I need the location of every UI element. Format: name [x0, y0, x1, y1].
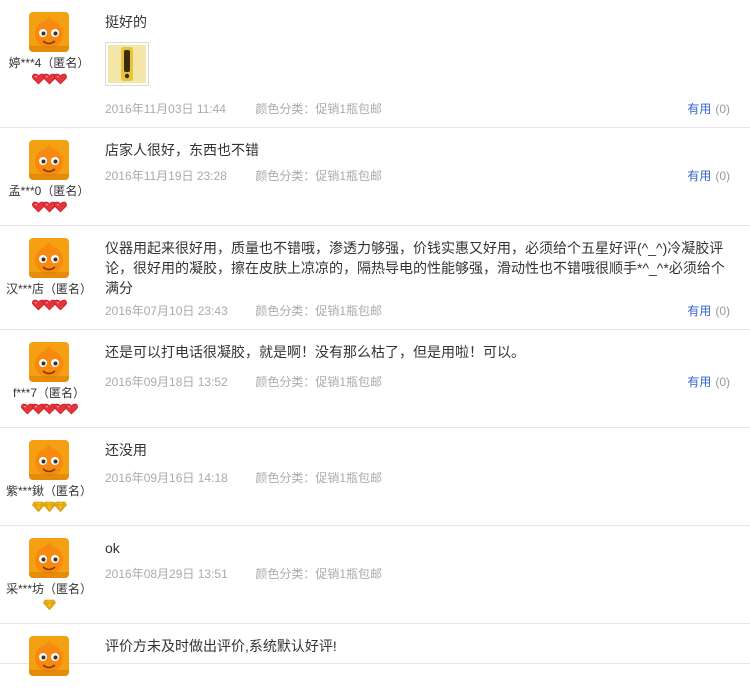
review-sku: 颜色分类：促销1瓶包邮 — [255, 375, 383, 389]
review-text: 还没用 — [105, 442, 147, 458]
useful-vote: 有用 (0) — [687, 374, 730, 390]
reviewer-name: 紫***鍬（匿名） — [5, 484, 92, 498]
review-photo-thumbnail[interactable] — [105, 42, 149, 86]
heart-rank-icon — [64, 400, 78, 417]
avatar-icon[interactable] — [29, 12, 69, 52]
review-text-block: 还没用 — [105, 440, 730, 460]
reviewer-name: 婷***4（匿名） — [8, 56, 90, 70]
diamond-rank-icon — [53, 498, 67, 515]
reviewer-info: 紫***鍬（匿名） — [0, 440, 98, 513]
reviewer-rank — [0, 403, 98, 415]
reviewer-name: f***7（匿名） — [12, 386, 86, 400]
review-text: 仪器用起来很好用，质量也不错哦，渗透力够强，价钱实惠又好用，必须给个五星好评(^… — [105, 240, 725, 296]
reviewer-rank — [0, 678, 98, 690]
heart-rank-icon — [53, 198, 67, 215]
review-date: 2016年11月19日 23:28 — [105, 169, 227, 183]
useful-button[interactable]: 有用 — [687, 102, 711, 116]
useful-button[interactable]: 有用 — [687, 304, 711, 318]
reviewer-info: 汉***店（匿名） — [0, 238, 98, 311]
reviewer-name: 采***坊（匿名） — [5, 582, 92, 596]
review-meta: 2016年07月10日 23:43 颜色分类：促销1瓶包邮 — [105, 303, 730, 319]
review-meta: 2016年11月03日 11:44 颜色分类：促销1瓶包邮 — [105, 101, 730, 117]
review-text-block: 挺好的 — [105, 12, 730, 86]
review-meta: 2016年09月18日 13:52 颜色分类：促销1瓶包邮 — [105, 374, 730, 390]
reviewer-name: 孟***0（匿名） — [8, 184, 90, 198]
review-text-block: 还是可以打电话很凝胶，就是啊！没有那么枯了，但是用啦！可以。 — [105, 342, 730, 362]
avatar-icon[interactable] — [29, 636, 69, 676]
review-meta: 2016年11月19日 23:28 颜色分类：促销1瓶包邮 — [105, 168, 730, 184]
review-text: ok — [105, 540, 120, 556]
review-text-block: ok — [105, 538, 730, 558]
heart-rank-icon — [53, 296, 67, 313]
review-item: 紫***鍬（匿名） 还没用 2016年09月16日 14:18 颜色分类：促销1… — [0, 428, 750, 526]
useful-count: (0) — [715, 169, 730, 183]
review-date: 2016年07月10日 23:43 — [105, 304, 228, 318]
reviewer-info: 婷***4（匿名） — [0, 12, 98, 85]
review-sku: 颜色分类：促销1瓶包邮 — [255, 169, 383, 183]
review-item: 婷***4（匿名） 挺好的 2016年11月03日 11:44 颜色分类：促销1… — [0, 0, 750, 128]
useful-vote: 有用 (0) — [687, 101, 730, 117]
useful-button[interactable]: 有用 — [687, 169, 711, 183]
review-sku: 颜色分类：促销1瓶包邮 — [255, 567, 383, 581]
avatar-icon[interactable] — [29, 440, 69, 480]
avatar-icon[interactable] — [29, 538, 69, 578]
reviewer-rank — [0, 73, 98, 85]
reviewer-rank — [0, 501, 98, 513]
reviewer-name: 汉***店（匿名） — [5, 282, 92, 296]
review-item: 评价方未及时做出评价,系统默认好评! — [0, 624, 750, 676]
review-text-block: 评价方未及时做出评价,系统默认好评! — [105, 636, 730, 656]
heart-rank-icon — [53, 70, 67, 87]
review-text-block: 店家人很好，东西也不错 — [105, 140, 730, 160]
useful-vote: 有用 (0) — [687, 303, 730, 319]
reviewer-info: f***7（匿名） — [0, 342, 98, 415]
useful-count: (0) — [715, 375, 730, 389]
review-text: 挺好的 — [105, 14, 147, 30]
review-meta: 2016年09月16日 14:18 颜色分类：促销1瓶包邮 — [105, 470, 730, 486]
review-sku: 颜色分类：促销1瓶包邮 — [255, 471, 383, 485]
review-text: 评价方未及时做出评价,系统默认好评! — [105, 638, 337, 654]
reviewer-info — [0, 636, 98, 690]
review-date: 2016年11月03日 11:44 — [105, 102, 226, 116]
review-date: 2016年08月29日 13:51 — [105, 567, 228, 581]
review-meta: 2016年08月29日 13:51 颜色分类：促销1瓶包邮 — [105, 566, 730, 582]
review-text-block: 仪器用起来很好用，质量也不错哦，渗透力够强，价钱实惠又好用，必须给个五星好评(^… — [105, 238, 730, 298]
reviewer-info: 孟***0（匿名） — [0, 140, 98, 213]
review-item: 采***坊（匿名） ok 2016年08月29日 13:51 颜色分类：促销1瓶… — [0, 526, 750, 624]
useful-count: (0) — [715, 102, 730, 116]
avatar-icon[interactable] — [29, 238, 69, 278]
review-item: 孟***0（匿名） 店家人很好，东西也不错 2016年11月19日 23:28 … — [0, 128, 750, 226]
useful-vote: 有用 (0) — [687, 168, 730, 184]
reviewer-info: 采***坊（匿名） — [0, 538, 98, 611]
review-sku: 颜色分类：促销1瓶包邮 — [255, 102, 383, 116]
review-date: 2016年09月16日 14:18 — [105, 471, 228, 485]
review-item: f***7（匿名） 还是可以打电话很凝胶，就是啊！没有那么枯了，但是用啦！可以。… — [0, 330, 750, 428]
review-date: 2016年09月18日 13:52 — [105, 375, 228, 389]
reviewer-rank — [0, 299, 98, 311]
review-item: 汉***店（匿名） 仪器用起来很好用，质量也不错哦，渗透力够强，价钱实惠又好用，… — [0, 226, 750, 330]
review-text: 还是可以打电话很凝胶，就是啊！没有那么枯了，但是用啦！可以。 — [105, 344, 525, 360]
useful-button[interactable]: 有用 — [687, 375, 711, 389]
avatar-icon[interactable] — [29, 140, 69, 180]
reviewer-rank — [0, 201, 98, 213]
review-list: 婷***4（匿名） 挺好的 2016年11月03日 11:44 颜色分类：促销1… — [0, 0, 750, 676]
review-sku: 颜色分类：促销1瓶包邮 — [255, 304, 383, 318]
avatar-icon[interactable] — [29, 342, 69, 382]
useful-count: (0) — [715, 304, 730, 318]
diamond-rank-icon — [42, 596, 56, 613]
reviewer-rank — [0, 599, 98, 611]
review-text: 店家人很好，东西也不错 — [105, 142, 259, 158]
